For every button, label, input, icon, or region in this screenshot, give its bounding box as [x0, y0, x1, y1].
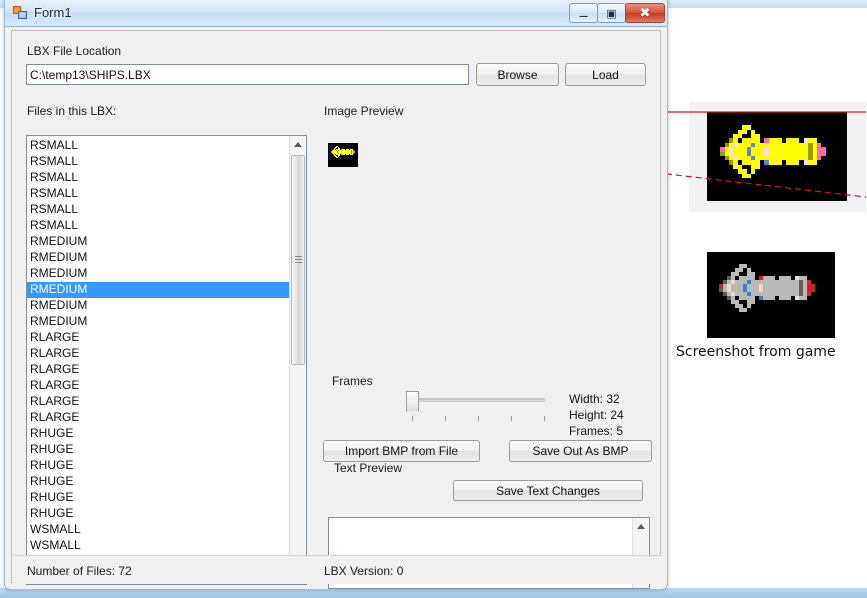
file-list-items: RSMALL RSMALL RSMALL RSMALL RSMALL RSMALL RMED…: [27, 138, 290, 584]
lbx-version-status: LBX Version: 0: [324, 564, 404, 578]
image-dimensions: Width: 32 Height: 24 Frames: 5: [569, 391, 624, 439]
scroll-grip-icon: [295, 256, 302, 264]
image-width-label: Width: 32: [569, 392, 620, 406]
form-client-area: LBX File Location C:\temp13\SHIPS.LBX Br…: [11, 30, 661, 589]
list-item[interactable]: RSMALL: [27, 170, 290, 186]
window-title: Form1: [34, 5, 72, 20]
close-button[interactable]: ✖: [625, 3, 665, 23]
file-path-input[interactable]: C:\temp13\SHIPS.LBX: [26, 64, 469, 85]
list-item[interactable]: RHUGE: [27, 426, 290, 442]
application-window: Form1 ⚊ ▣ ✖ LBX File Location C:\temp13\…: [4, 0, 668, 590]
frames-label: Frames: [332, 374, 373, 388]
list-item[interactable]: RMEDIUM: [27, 282, 290, 298]
frames-slider-track[interactable]: [408, 398, 545, 402]
textarea-scroll-up-icon[interactable]: [633, 518, 649, 535]
listbox-scrollbar[interactable]: [289, 136, 306, 584]
image-preview-label: Image Preview: [324, 104, 404, 118]
slider-tick: [511, 416, 512, 421]
image-height-label: Height: 24: [569, 408, 624, 422]
game-screenshot-sprite: [707, 252, 835, 338]
image-frames-label: Frames: 5: [569, 424, 624, 438]
list-item[interactable]: WSMALL: [27, 538, 290, 554]
list-item[interactable]: RLARGE: [27, 330, 290, 346]
minimize-icon: ⚊: [578, 7, 589, 20]
files-in-lbx-label: Files in this LBX:: [27, 104, 117, 118]
frames-slider-thumb[interactable]: [406, 391, 419, 412]
number-of-files-status: Number of Files: 72: [27, 564, 132, 578]
list-item[interactable]: RSMALL: [27, 202, 290, 218]
list-item[interactable]: RLARGE: [27, 346, 290, 362]
list-item[interactable]: RSMALL: [27, 186, 290, 202]
file-listbox[interactable]: RSMALL RSMALL RSMALL RSMALL RSMALL RSMALL RMED…: [26, 135, 307, 585]
file-location-label: LBX File Location: [27, 44, 122, 58]
load-button[interactable]: Load: [565, 63, 646, 86]
lbx-sprite-zoom: [707, 112, 847, 201]
import-bmp-button[interactable]: Import BMP from File: [323, 440, 480, 462]
minimize-button[interactable]: ⚊: [569, 3, 598, 23]
list-item[interactable]: RLARGE: [27, 394, 290, 410]
list-item[interactable]: RHUGE: [27, 490, 290, 506]
slider-tick: [445, 416, 446, 421]
list-item[interactable]: RMEDIUM: [27, 234, 290, 250]
list-item[interactable]: RHUGE: [27, 458, 290, 474]
save-out-bmp-button[interactable]: Save Out As BMP: [509, 440, 652, 462]
slider-tick: [412, 416, 413, 421]
listbox-scroll-thumb[interactable]: [291, 155, 305, 365]
browse-button[interactable]: Browse: [476, 63, 559, 86]
scroll-up-icon[interactable]: [290, 136, 306, 153]
window-titlebar[interactable]: Form1 ⚊ ▣ ✖: [5, 0, 667, 27]
maximize-button[interactable]: ▣: [597, 3, 626, 23]
list-item[interactable]: RHUGE: [27, 442, 290, 458]
list-item[interactable]: RMEDIUM: [27, 314, 290, 330]
text-preview-label: Text Preview: [334, 461, 403, 475]
list-item[interactable]: WSMALL: [27, 522, 290, 538]
list-item[interactable]: RMEDIUM: [27, 298, 290, 314]
form-icon: [13, 6, 27, 19]
list-item[interactable]: RLARGE: [27, 378, 290, 394]
list-item[interactable]: RLARGE: [27, 362, 290, 378]
list-item[interactable]: RHUGE: [27, 474, 290, 490]
list-item[interactable]: RSMALL: [27, 138, 290, 154]
list-item[interactable]: RSMALL: [27, 218, 290, 234]
maximize-icon: ▣: [606, 7, 617, 20]
status-bar: Number of Files: 72 LBX Version: 0: [13, 555, 661, 584]
list-item[interactable]: RMEDIUM: [27, 250, 290, 266]
save-text-changes-button[interactable]: Save Text Changes: [453, 480, 643, 501]
list-item[interactable]: RHUGE: [27, 506, 290, 522]
close-icon: ✖: [639, 5, 651, 20]
list-item[interactable]: RMEDIUM: [27, 266, 290, 282]
list-item[interactable]: RSMALL: [27, 154, 290, 170]
list-item[interactable]: RLARGE: [27, 410, 290, 426]
slider-tick: [544, 416, 545, 421]
slider-tick: [478, 416, 479, 421]
image-preview-thumbnail[interactable]: [328, 143, 358, 167]
annotation-caption: Screenshot from game: [676, 344, 836, 360]
